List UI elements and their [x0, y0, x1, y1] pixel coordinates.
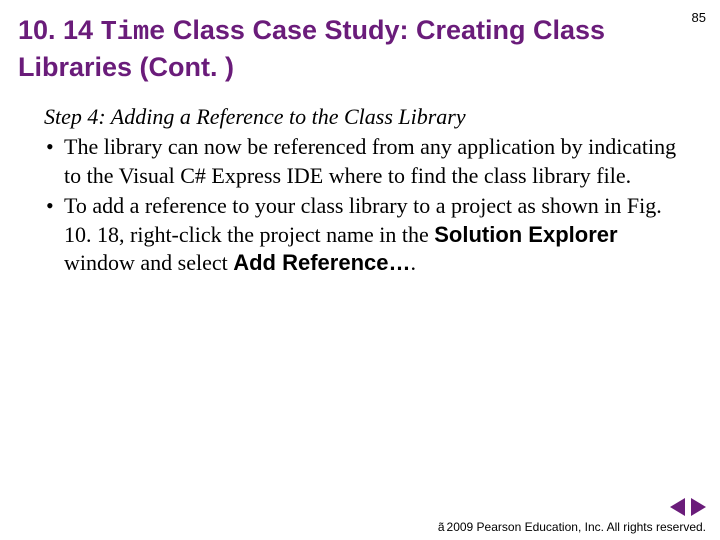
step-title: Step 4: Adding a Reference to the Class …	[44, 103, 688, 132]
footer: ã 2009 Pearson Education, Inc. All right…	[438, 520, 706, 534]
prev-arrow-icon[interactable]	[670, 498, 685, 516]
bullet-2-post: .	[411, 250, 417, 275]
page-number: 85	[692, 10, 706, 25]
bullet-item-2: To add a reference to your class library…	[44, 192, 688, 278]
slide-heading: 10. 14 Time Class Case Study: Creating C…	[18, 14, 702, 85]
next-arrow-icon[interactable]	[691, 498, 706, 516]
slide: 85 10. 14 Time Class Case Study: Creatin…	[0, 0, 720, 540]
bullet-2-mid: window and select	[64, 250, 233, 275]
nav-arrows	[670, 498, 706, 516]
copyright-text: 2009 Pearson Education, Inc. All rights …	[447, 520, 706, 534]
add-reference-label: Add Reference…	[233, 250, 410, 275]
bullet-1-text: The library can now be referenced from a…	[64, 134, 676, 188]
heading-section-number: 10. 14	[18, 15, 101, 45]
slide-body: Step 4: Adding a Reference to the Class …	[18, 103, 702, 279]
solution-explorer-label: Solution Explorer	[434, 222, 617, 247]
copyright-symbol: ã	[438, 520, 445, 534]
bullet-list: The library can now be referenced from a…	[44, 133, 688, 278]
bullet-item-1: The library can now be referenced from a…	[44, 133, 688, 190]
heading-time-word: Time	[101, 18, 166, 48]
